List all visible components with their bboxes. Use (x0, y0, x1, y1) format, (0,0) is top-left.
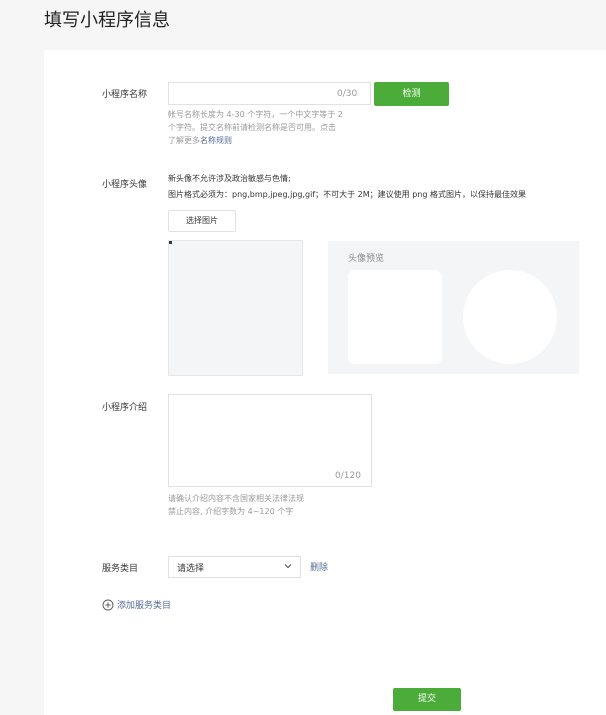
select-image-button[interactable]: 选择图片 (168, 210, 236, 232)
category-select-value: 请选择 (177, 564, 205, 574)
avatar-desc-line-2: 图片格式必须为：png,bmp,jpeg,jpg,gif；不可大于 2M；建议使… (168, 190, 526, 199)
name-hint-line-3: 了解更多名称规则 (168, 134, 378, 147)
intro-label: 小程序介绍 (102, 403, 148, 413)
name-hint-line-2: 个字符。提交名称前请检测名称是否可用。点击 (168, 123, 336, 132)
delete-category-link[interactable]: 删除 (310, 560, 328, 573)
add-category-link[interactable]: 添加服务类目 (102, 598, 171, 611)
name-hint-line-1: 帐号名称长度为 4-30 个字符，一个中文字等于 2 (168, 110, 343, 119)
intro-counter: 0/120 (335, 471, 361, 481)
check-name-button[interactable]: 检测 (374, 82, 449, 106)
avatar-preview-square (348, 270, 442, 364)
avatar-crop-area[interactable] (168, 240, 303, 376)
avatar-desc-line-1: 新头像不允许涉及政治敏感与色情; (168, 174, 291, 183)
name-hint: 帐号名称长度为 4-30 个字符，一个中文字等于 2 个字符。提交名称前请检测名… (168, 108, 378, 147)
plus-circle-icon (102, 599, 114, 610)
avatar-preview-circle (463, 270, 557, 364)
form-card: 小程序名称 0/30 检测 帐号名称长度为 4-30 个字符，一个中文字等于 2… (44, 50, 606, 715)
name-label: 小程序名称 (102, 90, 148, 100)
crop-handle[interactable] (169, 241, 172, 244)
name-rules-link[interactable]: 名称规则 (200, 136, 232, 145)
avatar-preview-title: 头像预览 (348, 254, 385, 264)
intro-hint-line-2: 禁止内容, 介绍字数为 4~120 个字 (168, 507, 294, 516)
category-select[interactable]: 请选择 (168, 556, 301, 578)
category-label: 服务类目 (102, 564, 139, 574)
add-category-label: 添加服务类目 (117, 601, 172, 611)
chevron-down-icon (284, 564, 292, 569)
intro-hint: 请确认介绍内容不含国家相关法律法规 禁止内容, 介绍字数为 4~120 个字 (168, 492, 304, 518)
name-counter: 0/30 (337, 89, 358, 99)
submit-button[interactable]: 提交 (393, 688, 461, 711)
page-title: 填写小程序信息 (44, 10, 170, 31)
intro-hint-line-1: 请确认介绍内容不含国家相关法律法规 (168, 494, 304, 503)
avatar-preview-panel: 头像预览 (328, 241, 579, 374)
avatar-label: 小程序头像 (102, 180, 148, 190)
name-hint-prefix: 了解更多 (168, 136, 200, 145)
